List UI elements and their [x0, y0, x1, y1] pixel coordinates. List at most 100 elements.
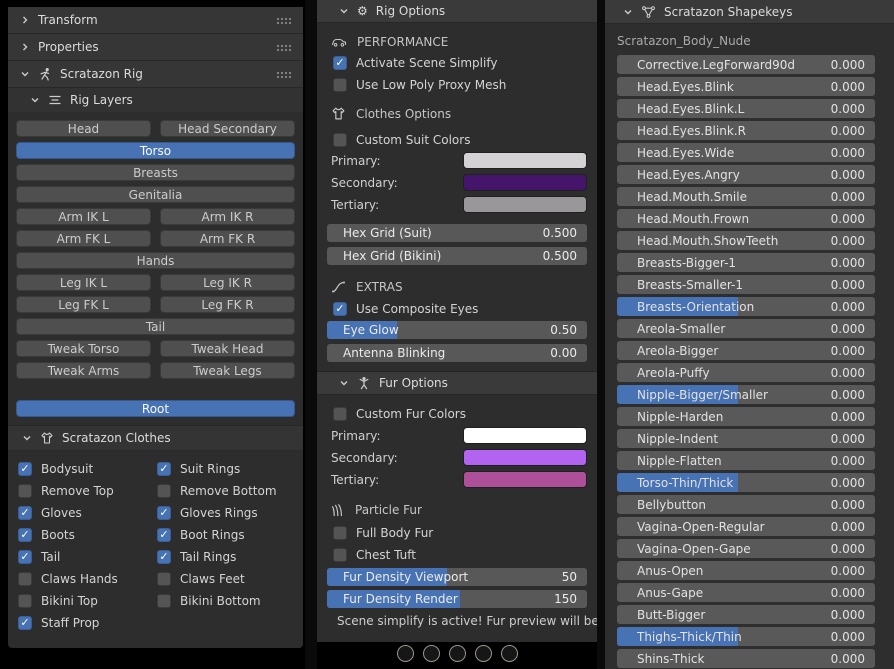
viewport-dot-5[interactable] [501, 645, 518, 662]
shapekey-slider-head-eyes-angry[interactable]: Head.Eyes.Angry0.000 [617, 165, 875, 184]
checkbox-bikini-bottom[interactable] [157, 594, 171, 608]
rig-layer-button-leg-ik-l[interactable]: Leg IK L [16, 274, 151, 291]
shapekey-slider-head-eyes-wide[interactable]: Head.Eyes.Wide0.000 [617, 143, 875, 162]
shapekey-slider-areola-puffy[interactable]: Areola-Puffy0.000 [617, 363, 875, 382]
shapekey-slider-thighs-thick-thin[interactable]: Thighs-Thick/Thin0.000 [617, 627, 875, 646]
rig-layer-button-torso[interactable]: Torso [16, 142, 295, 159]
color-swatch-secondary[interactable] [463, 174, 587, 191]
shapekey-slider-head-mouth-showteeth[interactable]: Head.Mouth.ShowTeeth0.000 [617, 231, 875, 250]
shapekey-slider-nipple-harden[interactable]: Nipple-Harden0.000 [617, 407, 875, 426]
subpanel-header-scratazon-clothes[interactable]: Scratazon Clothes [8, 425, 303, 451]
viewport-dot-4[interactable] [475, 645, 492, 662]
shapekey-slider-head-eyes-blink[interactable]: Head.Eyes.Blink0.000 [617, 77, 875, 96]
rig-layer-button-tail[interactable]: Tail [16, 318, 295, 335]
rig-layer-button-arm-fk-r[interactable]: Arm FK R [160, 230, 295, 247]
color-swatch-tertiary[interactable] [463, 196, 587, 213]
viewport-dot-2[interactable] [423, 645, 440, 662]
checkbox-remove-top[interactable] [18, 484, 32, 498]
shapekey-slider-head-eyes-blink-l[interactable]: Head.Eyes.Blink.L0.000 [617, 99, 875, 118]
checkbox-boots[interactable]: ✓ [18, 528, 32, 542]
shapekey-slider-breasts-smaller-1[interactable]: Breasts-Smaller-10.000 [617, 275, 875, 294]
checkbox-use-low-poly-proxy-mesh[interactable] [333, 78, 347, 92]
checkbox-full-body-fur[interactable] [333, 526, 347, 540]
shapekey-slider-areola-smaller[interactable]: Areola-Smaller0.000 [617, 319, 875, 338]
checkbox-remove-bottom[interactable] [157, 484, 171, 498]
rig-layer-button-arm-fk-l[interactable]: Arm FK L [16, 230, 151, 247]
panel-header-transform[interactable]: Transform [8, 7, 303, 34]
checkbox-chest-tuft[interactable] [333, 548, 347, 562]
checkbox-claws-feet[interactable] [157, 572, 171, 586]
panel-header-scratazon-shapekeys[interactable]: Scratazon Shapekeys [605, 0, 894, 24]
checkbox-gloves-rings[interactable]: ✓ [157, 506, 171, 520]
rig-layer-button-hands[interactable]: Hands [16, 252, 295, 269]
shapekey-slider-shins-thick[interactable]: Shins-Thick0.000 [617, 649, 875, 668]
checkbox-staff-prop[interactable]: ✓ [18, 616, 32, 630]
checkbox-use-composite-eyes[interactable]: ✓ [333, 302, 347, 316]
checkbox-bodysuit[interactable]: ✓ [18, 462, 32, 476]
rig-layer-button-arm-ik-r[interactable]: Arm IK R [160, 208, 295, 225]
shapekey-slider-nipple-flatten[interactable]: Nipple-Flatten0.000 [617, 451, 875, 470]
slider-fur-density-viewport[interactable]: Fur Density Viewport50 [327, 568, 587, 586]
rig-layer-button-head-secondary[interactable]: Head Secondary [160, 120, 295, 137]
slider-eye-glow[interactable]: Eye Glow0.50 [327, 321, 587, 339]
color-swatch-primary[interactable] [463, 152, 587, 169]
color-swatch-primary[interactable] [463, 427, 587, 444]
shapekey-slider-head-mouth-smile[interactable]: Head.Mouth.Smile0.000 [617, 187, 875, 206]
rig-layer-button-tweak-head[interactable]: Tweak Head [160, 340, 295, 357]
checkbox-tail-rings[interactable]: ✓ [157, 550, 171, 564]
panel-header-fur-options[interactable]: Fur Options [317, 371, 597, 395]
shapekey-slider-butt-bigger[interactable]: Butt-Bigger0.000 [617, 605, 875, 624]
rig-layer-button-arm-ik-l[interactable]: Arm IK L [16, 208, 151, 225]
rig-layer-button-breasts[interactable]: Breasts [16, 164, 295, 181]
shapekey-slider-head-eyes-blink-r[interactable]: Head.Eyes.Blink.R0.000 [617, 121, 875, 140]
slider-antenna-blinking[interactable]: Antenna Blinking0.00 [327, 344, 587, 362]
checkbox-boot-rings[interactable]: ✓ [157, 528, 171, 542]
shapekey-slider-torso-thin-thick[interactable]: Torso-Thin/Thick0.000 [617, 473, 875, 492]
panel-header-scratazon-rig[interactable]: Scratazon Rig [8, 61, 303, 88]
shapekey-slider-nipple-bigger-smaller[interactable]: Nipple-Bigger/Smaller0.000 [617, 385, 875, 404]
slider-hex-grid-suit[interactable]: Hex Grid (Suit)0.500 [327, 224, 587, 242]
checkbox-custom-fur-colors[interactable] [333, 407, 347, 421]
drag-handle-icon[interactable] [276, 71, 291, 78]
rig-layer-button-tweak-torso[interactable]: Tweak Torso [16, 340, 151, 357]
viewport-dot-3[interactable] [449, 645, 466, 662]
checkbox-gloves[interactable]: ✓ [18, 506, 32, 520]
rig-layer-button-leg-fk-r[interactable]: Leg FK R [160, 296, 295, 313]
rig-layer-button-root[interactable]: Root [16, 400, 295, 417]
drag-handle-icon[interactable] [276, 17, 291, 24]
drag-handle-icon[interactable] [276, 44, 291, 51]
rig-layer-button-tweak-arms[interactable]: Tweak Arms [16, 362, 151, 379]
shapekey-slider-breasts-orientation[interactable]: Breasts-Orientation0.000 [617, 297, 875, 316]
viewport-dot-1[interactable] [397, 645, 414, 662]
checkbox-suit-rings[interactable]: ✓ [157, 462, 171, 476]
shapekey-slider-head-mouth-frown[interactable]: Head.Mouth.Frown0.000 [617, 209, 875, 228]
shapekey-slider-corrective-legforward90d[interactable]: Corrective.LegForward90d0.000 [617, 55, 875, 74]
shapekey-slider-bellybutton[interactable]: Bellybutton0.000 [617, 495, 875, 514]
slider-value: 0.500 [543, 249, 577, 263]
subpanel-header-rig-layers[interactable]: Rig Layers [8, 88, 303, 112]
checkbox-bikini-top[interactable] [18, 594, 32, 608]
shapekey-slider-vagina-open-gape[interactable]: Vagina-Open-Gape0.000 [617, 539, 875, 558]
rig-layer-button-head[interactable]: Head [16, 120, 151, 137]
shapekey-slider-breasts-bigger-1[interactable]: Breasts-Bigger-10.000 [617, 253, 875, 272]
checkbox-tail[interactable]: ✓ [18, 550, 32, 564]
color-swatch-tertiary[interactable] [463, 471, 587, 488]
slider-fur-density-render[interactable]: Fur Density Render150 [327, 590, 587, 608]
shapekey-value: 0.000 [831, 652, 865, 666]
color-swatch-secondary[interactable] [463, 449, 587, 466]
checkbox-custom-suit-colors[interactable] [333, 133, 347, 147]
rig-layer-button-genitalia[interactable]: Genitalia [16, 186, 295, 203]
shapekey-slider-areola-bigger[interactable]: Areola-Bigger0.000 [617, 341, 875, 360]
checkbox-claws-hands[interactable] [18, 572, 32, 586]
panel-header-properties[interactable]: Properties [8, 34, 303, 61]
panel-header-rig-options[interactable]: ⚙ Rig Options [317, 0, 597, 23]
shapekey-slider-anus-gape[interactable]: Anus-Gape0.000 [617, 583, 875, 602]
shapekey-slider-vagina-open-regular[interactable]: Vagina-Open-Regular0.000 [617, 517, 875, 536]
shapekey-slider-nipple-indent[interactable]: Nipple-Indent0.000 [617, 429, 875, 448]
checkbox-activate-scene-simplify[interactable]: ✓ [333, 56, 347, 70]
rig-layer-button-leg-ik-r[interactable]: Leg IK R [160, 274, 295, 291]
shapekey-slider-anus-open[interactable]: Anus-Open0.000 [617, 561, 875, 580]
rig-layer-button-tweak-legs[interactable]: Tweak Legs [160, 362, 295, 379]
rig-layer-button-leg-fk-l[interactable]: Leg FK L [16, 296, 151, 313]
slider-hex-grid-bikini[interactable]: Hex Grid (Bikini)0.500 [327, 247, 587, 265]
